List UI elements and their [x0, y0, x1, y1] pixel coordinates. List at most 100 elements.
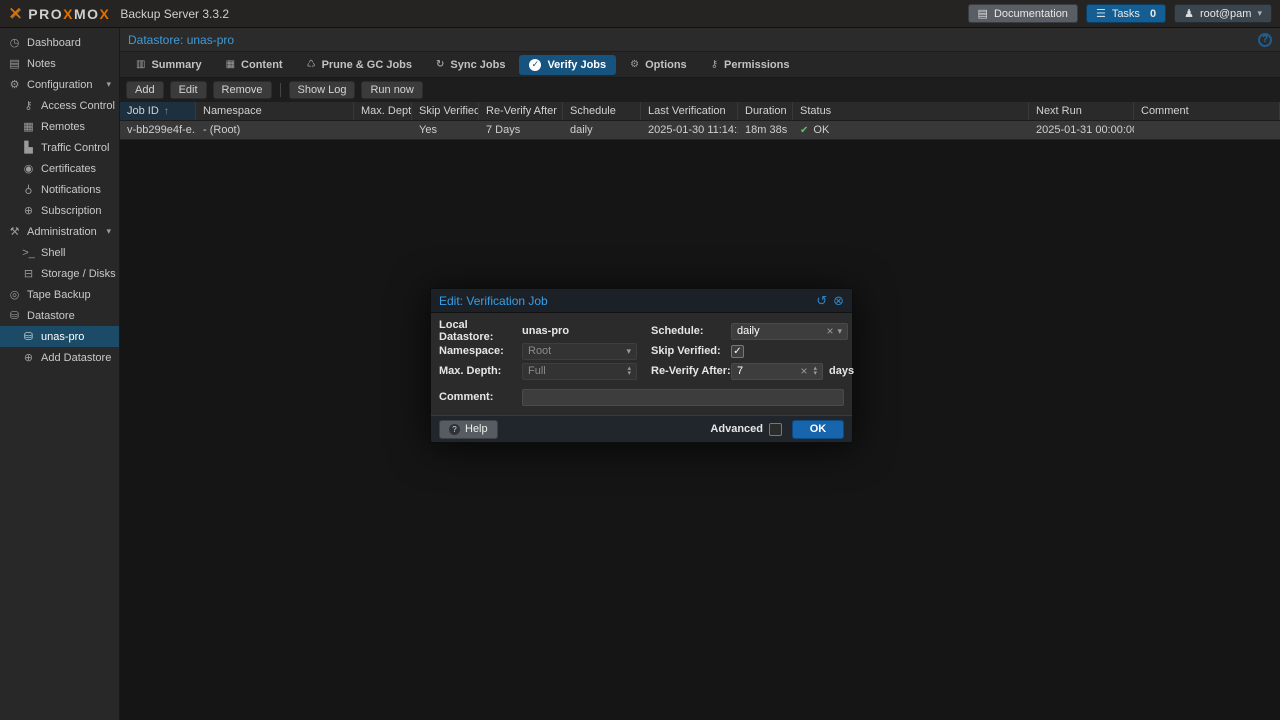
brand-seg: X	[100, 6, 111, 22]
column-header-last-verification[interactable]: Last Verification	[641, 102, 738, 120]
sidebar-item-label: Configuration	[27, 79, 92, 91]
sidebar-item-dashboard[interactable]: ◷ Dashboard	[0, 32, 119, 53]
help-button[interactable]: ? Help	[439, 420, 498, 439]
sidebar-item-datastore[interactable]: ⛁ Datastore	[0, 305, 119, 326]
show-log-button[interactable]: Show Log	[289, 81, 356, 99]
wrench-icon: ⚒	[8, 225, 21, 238]
column-header-namespace[interactable]: Namespace	[196, 102, 354, 120]
dialog-header[interactable]: Edit: Verification Job ↺ ⊗	[431, 289, 852, 313]
chevron-down-icon[interactable]: ▾	[837, 326, 842, 337]
schedule-combobox[interactable]: daily × ▾	[731, 323, 848, 340]
datastore-tabbar: ▥ Summary ▦ Content ♺ Prune & GC Jobs ↻ …	[120, 52, 1280, 78]
ok-button[interactable]: OK	[792, 420, 844, 439]
server-grid-icon: ▦	[22, 120, 35, 133]
column-header-skip-verified[interactable]: Skip Verified	[412, 102, 479, 120]
certificate-icon: ◉	[22, 162, 35, 175]
skip-verified-checkbox[interactable]: ✓	[731, 345, 744, 358]
chevron-down-icon: ▾	[1257, 8, 1262, 19]
column-header-next-run[interactable]: Next Run	[1029, 102, 1134, 120]
sidebar-item-access-control[interactable]: ⚷ Access Control	[0, 95, 119, 116]
brand-wordmark: PROXMOX	[28, 6, 110, 22]
namespace-combobox[interactable]: Root ▾	[522, 343, 637, 360]
chevron-down-icon[interactable]: ▾	[106, 79, 111, 90]
sidebar-item-storage-disks[interactable]: ⊟ Storage / Disks	[0, 263, 119, 284]
proxmox-logo: ✕ PROXMOX	[8, 5, 110, 22]
documentation-button[interactable]: ▤ Documentation	[968, 4, 1078, 23]
sidebar-item-remotes[interactable]: ▦ Remotes	[0, 116, 119, 137]
comment-input[interactable]	[522, 389, 844, 406]
column-header-duration[interactable]: Duration	[738, 102, 793, 120]
sidebar-item-add-datastore[interactable]: ⊕ Add Datastore	[0, 347, 119, 368]
tab-summary[interactable]: ▥ Summary	[126, 55, 212, 75]
sidebar-item-administration[interactable]: ⚒ Administration ▾	[0, 221, 119, 242]
tab-prune-gc-jobs[interactable]: ♺ Prune & GC Jobs	[297, 55, 422, 75]
tasks-label: Tasks	[1112, 8, 1140, 20]
tape-icon: ◎	[8, 288, 21, 301]
sidebar-item-traffic-control[interactable]: ▙ Traffic Control	[0, 137, 119, 158]
reverify-after-input[interactable]: 7 × ▴ ▾	[731, 363, 823, 380]
proxmox-x-mark-icon: ✕	[8, 5, 22, 22]
tab-verify-jobs[interactable]: ✓ Verify Jobs	[519, 55, 616, 75]
tab-options[interactable]: ⚙ Options	[620, 55, 697, 75]
column-header-comment[interactable]: Comment	[1134, 102, 1280, 120]
edit-button[interactable]: Edit	[170, 81, 207, 99]
max-depth-label: Max. Depth:	[439, 365, 522, 377]
skip-verified-label: Skip Verified:	[651, 345, 731, 357]
tab-label: Sync Jobs	[450, 59, 505, 71]
days-suffix-label: days	[829, 365, 854, 377]
sidebar-item-label: Datastore	[27, 310, 75, 322]
tasks-button[interactable]: ☰ Tasks 0	[1086, 4, 1166, 23]
documentation-label: Documentation	[994, 8, 1068, 20]
tab-label: Permissions	[724, 59, 789, 71]
advanced-checkbox[interactable]	[769, 423, 782, 436]
sidebar-item-notes[interactable]: ▤ Notes	[0, 53, 119, 74]
sidebar-item-certificates[interactable]: ◉ Certificates	[0, 158, 119, 179]
user-menu-button[interactable]: ♟ root@pam ▾	[1174, 4, 1272, 23]
reset-icon[interactable]: ↺	[816, 294, 827, 307]
help-circle-icon[interactable]: ?	[1258, 33, 1272, 47]
close-icon[interactable]: ⊗	[833, 294, 844, 307]
column-header-job-id[interactable]: Job ID ↑	[120, 102, 196, 120]
column-header-reverify-after[interactable]: Re-Verify After	[479, 102, 563, 120]
tab-content[interactable]: ▦ Content	[216, 55, 293, 75]
tab-permissions[interactable]: ⚷ Permissions	[701, 55, 800, 75]
tab-sync-jobs[interactable]: ↻ Sync Jobs	[426, 55, 515, 75]
schedule-label: Schedule:	[651, 325, 731, 337]
sidebar-item-label: Access Control	[41, 100, 115, 112]
sidebar-item-label: Administration	[27, 226, 97, 238]
run-now-button[interactable]: Run now	[361, 81, 422, 99]
datastore-panel-header: Datastore: unas-pro ?	[120, 28, 1280, 52]
sidebar-item-configuration[interactable]: ⚙ Configuration ▾	[0, 74, 119, 95]
sidebar-item-label: Add Datastore	[41, 352, 111, 364]
column-header-status[interactable]: Status	[793, 102, 1029, 120]
chart-axis-icon: ▙	[22, 141, 35, 154]
check-icon: ✔	[800, 125, 808, 136]
chevron-down-icon[interactable]: ▾	[106, 226, 111, 237]
sidebar-item-notifications[interactable]: ⚲ Notifications	[0, 179, 119, 200]
sidebar-item-unas-pro[interactable]: ⛁ unas-pro	[0, 326, 119, 347]
spinner-down-icon: ▾	[627, 371, 631, 376]
spinner-down-icon[interactable]: ▾	[813, 371, 817, 376]
tab-label: Options	[645, 59, 687, 71]
sidebar-item-shell[interactable]: >_ Shell	[0, 242, 119, 263]
sidebar-item-subscription[interactable]: ⊕ Subscription	[0, 200, 119, 221]
sort-asc-icon: ↑	[164, 106, 169, 117]
column-header-schedule[interactable]: Schedule	[563, 102, 641, 120]
clear-icon[interactable]: ×	[800, 364, 807, 378]
clear-icon[interactable]: ×	[826, 324, 833, 338]
table-row[interactable]: v-bb299e4f-e... - (Root) Yes 7 Days dail…	[120, 121, 1280, 140]
namespace-label: Namespace:	[439, 345, 522, 357]
cell-max-depth	[354, 121, 412, 139]
remove-button[interactable]: Remove	[213, 81, 272, 99]
comment-label: Comment:	[439, 391, 522, 403]
page-title: Datastore: unas-pro	[128, 33, 234, 47]
brand-seg: X	[63, 6, 74, 22]
disk-icon: ⊟	[22, 267, 35, 280]
toolbar-separator	[280, 83, 281, 97]
max-depth-spinner[interactable]: Full ▴ ▾	[522, 363, 637, 380]
cell-duration: 18m 38s	[738, 121, 793, 139]
sidebar-item-label: Shell	[41, 247, 65, 259]
add-button[interactable]: Add	[126, 81, 164, 99]
column-header-max-depth[interactable]: Max. Depth	[354, 102, 412, 120]
sidebar-item-tape-backup[interactable]: ◎ Tape Backup	[0, 284, 119, 305]
